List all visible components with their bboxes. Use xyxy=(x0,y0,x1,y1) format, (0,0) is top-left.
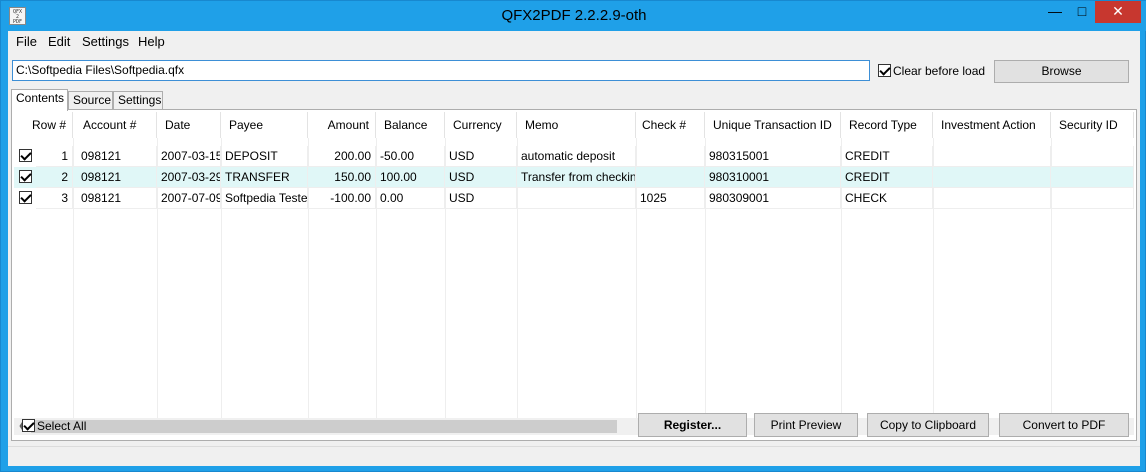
cell-memo: automatic deposit xyxy=(517,146,636,167)
cell-currency: USD xyxy=(445,167,517,188)
cell-investment-action xyxy=(933,146,1051,167)
clear-before-load[interactable]: Clear before load xyxy=(878,63,985,78)
status-bar xyxy=(8,446,1140,466)
column-header-amount[interactable]: Amount xyxy=(308,112,376,138)
cell-date: 2007-03-15 xyxy=(157,146,221,167)
row-checkbox[interactable] xyxy=(19,170,32,183)
table-row[interactable]: 2 098121 2007-03-29 TRANSFER 150.00 100.… xyxy=(14,167,1134,188)
scroll-thumb[interactable] xyxy=(31,420,617,433)
clear-before-load-checkbox[interactable] xyxy=(878,64,891,78)
window-title: QFX2PDF 2.2.2.9-oth xyxy=(501,7,647,24)
cell-amount: 200.00 xyxy=(308,146,376,167)
minimize-button[interactable]: — xyxy=(1041,1,1069,23)
cell-account: 098121 xyxy=(73,188,157,209)
cell-date: 2007-03-29 xyxy=(157,167,221,188)
browse-button[interactable]: Browse xyxy=(994,60,1129,83)
cell-memo: Transfer from checking xyxy=(517,167,636,188)
register-button[interactable]: Register... xyxy=(638,413,747,437)
column-header-record-type[interactable]: Record Type xyxy=(841,112,933,138)
tab-source[interactable]: Source xyxy=(68,91,113,110)
convert-to-pdf-button[interactable]: Convert to PDF xyxy=(999,413,1129,437)
cell-security-id xyxy=(1051,188,1134,209)
cell-amount: 150.00 xyxy=(308,167,376,188)
cell-payee: DEPOSIT xyxy=(221,146,308,167)
select-all-checkbox[interactable] xyxy=(22,419,35,433)
copy-to-clipboard-button[interactable]: Copy to Clipboard xyxy=(867,413,989,437)
select-all-label: Select All xyxy=(37,418,87,433)
select-all[interactable]: Select All xyxy=(22,418,86,433)
cell-record-type: CREDIT xyxy=(841,146,933,167)
cell-uid: 980310001 xyxy=(705,167,841,188)
cell-balance: 100.00 xyxy=(376,167,445,188)
column-header-row[interactable]: Row # xyxy=(14,112,73,138)
cell-security-id xyxy=(1051,167,1134,188)
cell-security-id xyxy=(1051,146,1134,167)
row-checkbox[interactable] xyxy=(19,149,32,162)
cell-check: 1025 xyxy=(636,188,705,209)
client-area: File Edit Settings Help C:\Softpedia Fil… xyxy=(8,31,1140,466)
row-checkbox[interactable] xyxy=(19,191,32,204)
cell-date: 2007-07-09 xyxy=(157,188,221,209)
close-button[interactable]: ✕ xyxy=(1095,1,1141,23)
column-header-memo[interactable]: Memo xyxy=(517,112,636,138)
tab-settings[interactable]: Settings xyxy=(113,91,163,110)
cell-account: 098121 xyxy=(73,146,157,167)
cell-record-type: CHECK xyxy=(841,188,933,209)
table-row[interactable]: 3 098121 2007-07-09 Softpedia Tester -10… xyxy=(14,188,1134,209)
menu-bar: File Edit Settings Help xyxy=(8,31,1140,53)
grid-header: Row # Account # Date Payee Amount Balanc… xyxy=(14,112,1134,138)
transactions-grid[interactable]: Row # Account # Date Payee Amount Balanc… xyxy=(14,112,1134,418)
cell-check xyxy=(636,167,705,188)
column-header-date[interactable]: Date xyxy=(157,112,221,138)
menu-help[interactable]: Help xyxy=(138,34,165,49)
cell-currency: USD xyxy=(445,146,517,167)
app-window: QFX 2 PDF QFX2PDF 2.2.2.9-oth — □ ✕ File… xyxy=(0,0,1146,472)
cell-uid: 980315001 xyxy=(705,146,841,167)
cell-currency: USD xyxy=(445,188,517,209)
table-row[interactable]: 1 098121 2007-03-15 DEPOSIT 200.00 -50.0… xyxy=(14,146,1134,167)
column-header-currency[interactable]: Currency xyxy=(445,112,517,138)
maximize-button[interactable]: □ xyxy=(1069,1,1095,23)
clear-before-load-label: Clear before load xyxy=(893,63,986,78)
tab-contents[interactable]: Contents xyxy=(11,89,68,111)
title-bar[interactable]: QFX 2 PDF QFX2PDF 2.2.2.9-oth — □ ✕ xyxy=(1,1,1146,31)
cell-record-type: CREDIT xyxy=(841,167,933,188)
cell-balance: -50.00 xyxy=(376,146,445,167)
cell-uid: 980309001 xyxy=(705,188,841,209)
column-header-payee[interactable]: Payee xyxy=(221,112,308,138)
cell-investment-action xyxy=(933,167,1051,188)
contents-panel: Row # Account # Date Payee Amount Balanc… xyxy=(11,109,1137,441)
cell-memo xyxy=(517,188,636,209)
file-path-input[interactable]: C:\Softpedia Files\Softpedia.qfx xyxy=(12,60,870,81)
column-header-balance[interactable]: Balance xyxy=(376,112,445,138)
cell-account: 098121 xyxy=(73,167,157,188)
menu-file[interactable]: File xyxy=(16,34,37,49)
menu-settings[interactable]: Settings xyxy=(82,34,129,49)
column-header-account[interactable]: Account # xyxy=(73,112,157,138)
cell-row: 2 xyxy=(36,167,73,188)
cell-investment-action xyxy=(933,188,1051,209)
column-header-uid[interactable]: Unique Transaction ID xyxy=(705,112,841,138)
menu-edit[interactable]: Edit xyxy=(48,34,70,49)
cell-row: 1 xyxy=(36,146,73,167)
cell-payee: TRANSFER xyxy=(221,167,308,188)
cell-check xyxy=(636,146,705,167)
column-header-investment-action[interactable]: Investment Action xyxy=(933,112,1051,138)
cell-row: 3 xyxy=(36,188,73,209)
column-header-security-id[interactable]: Security ID xyxy=(1051,112,1134,138)
column-header-check[interactable]: Check # xyxy=(636,112,705,138)
cell-balance: 0.00 xyxy=(376,188,445,209)
cell-payee: Softpedia Tester xyxy=(221,188,308,209)
print-preview-button[interactable]: Print Preview xyxy=(754,413,858,437)
cell-amount: -100.00 xyxy=(308,188,376,209)
